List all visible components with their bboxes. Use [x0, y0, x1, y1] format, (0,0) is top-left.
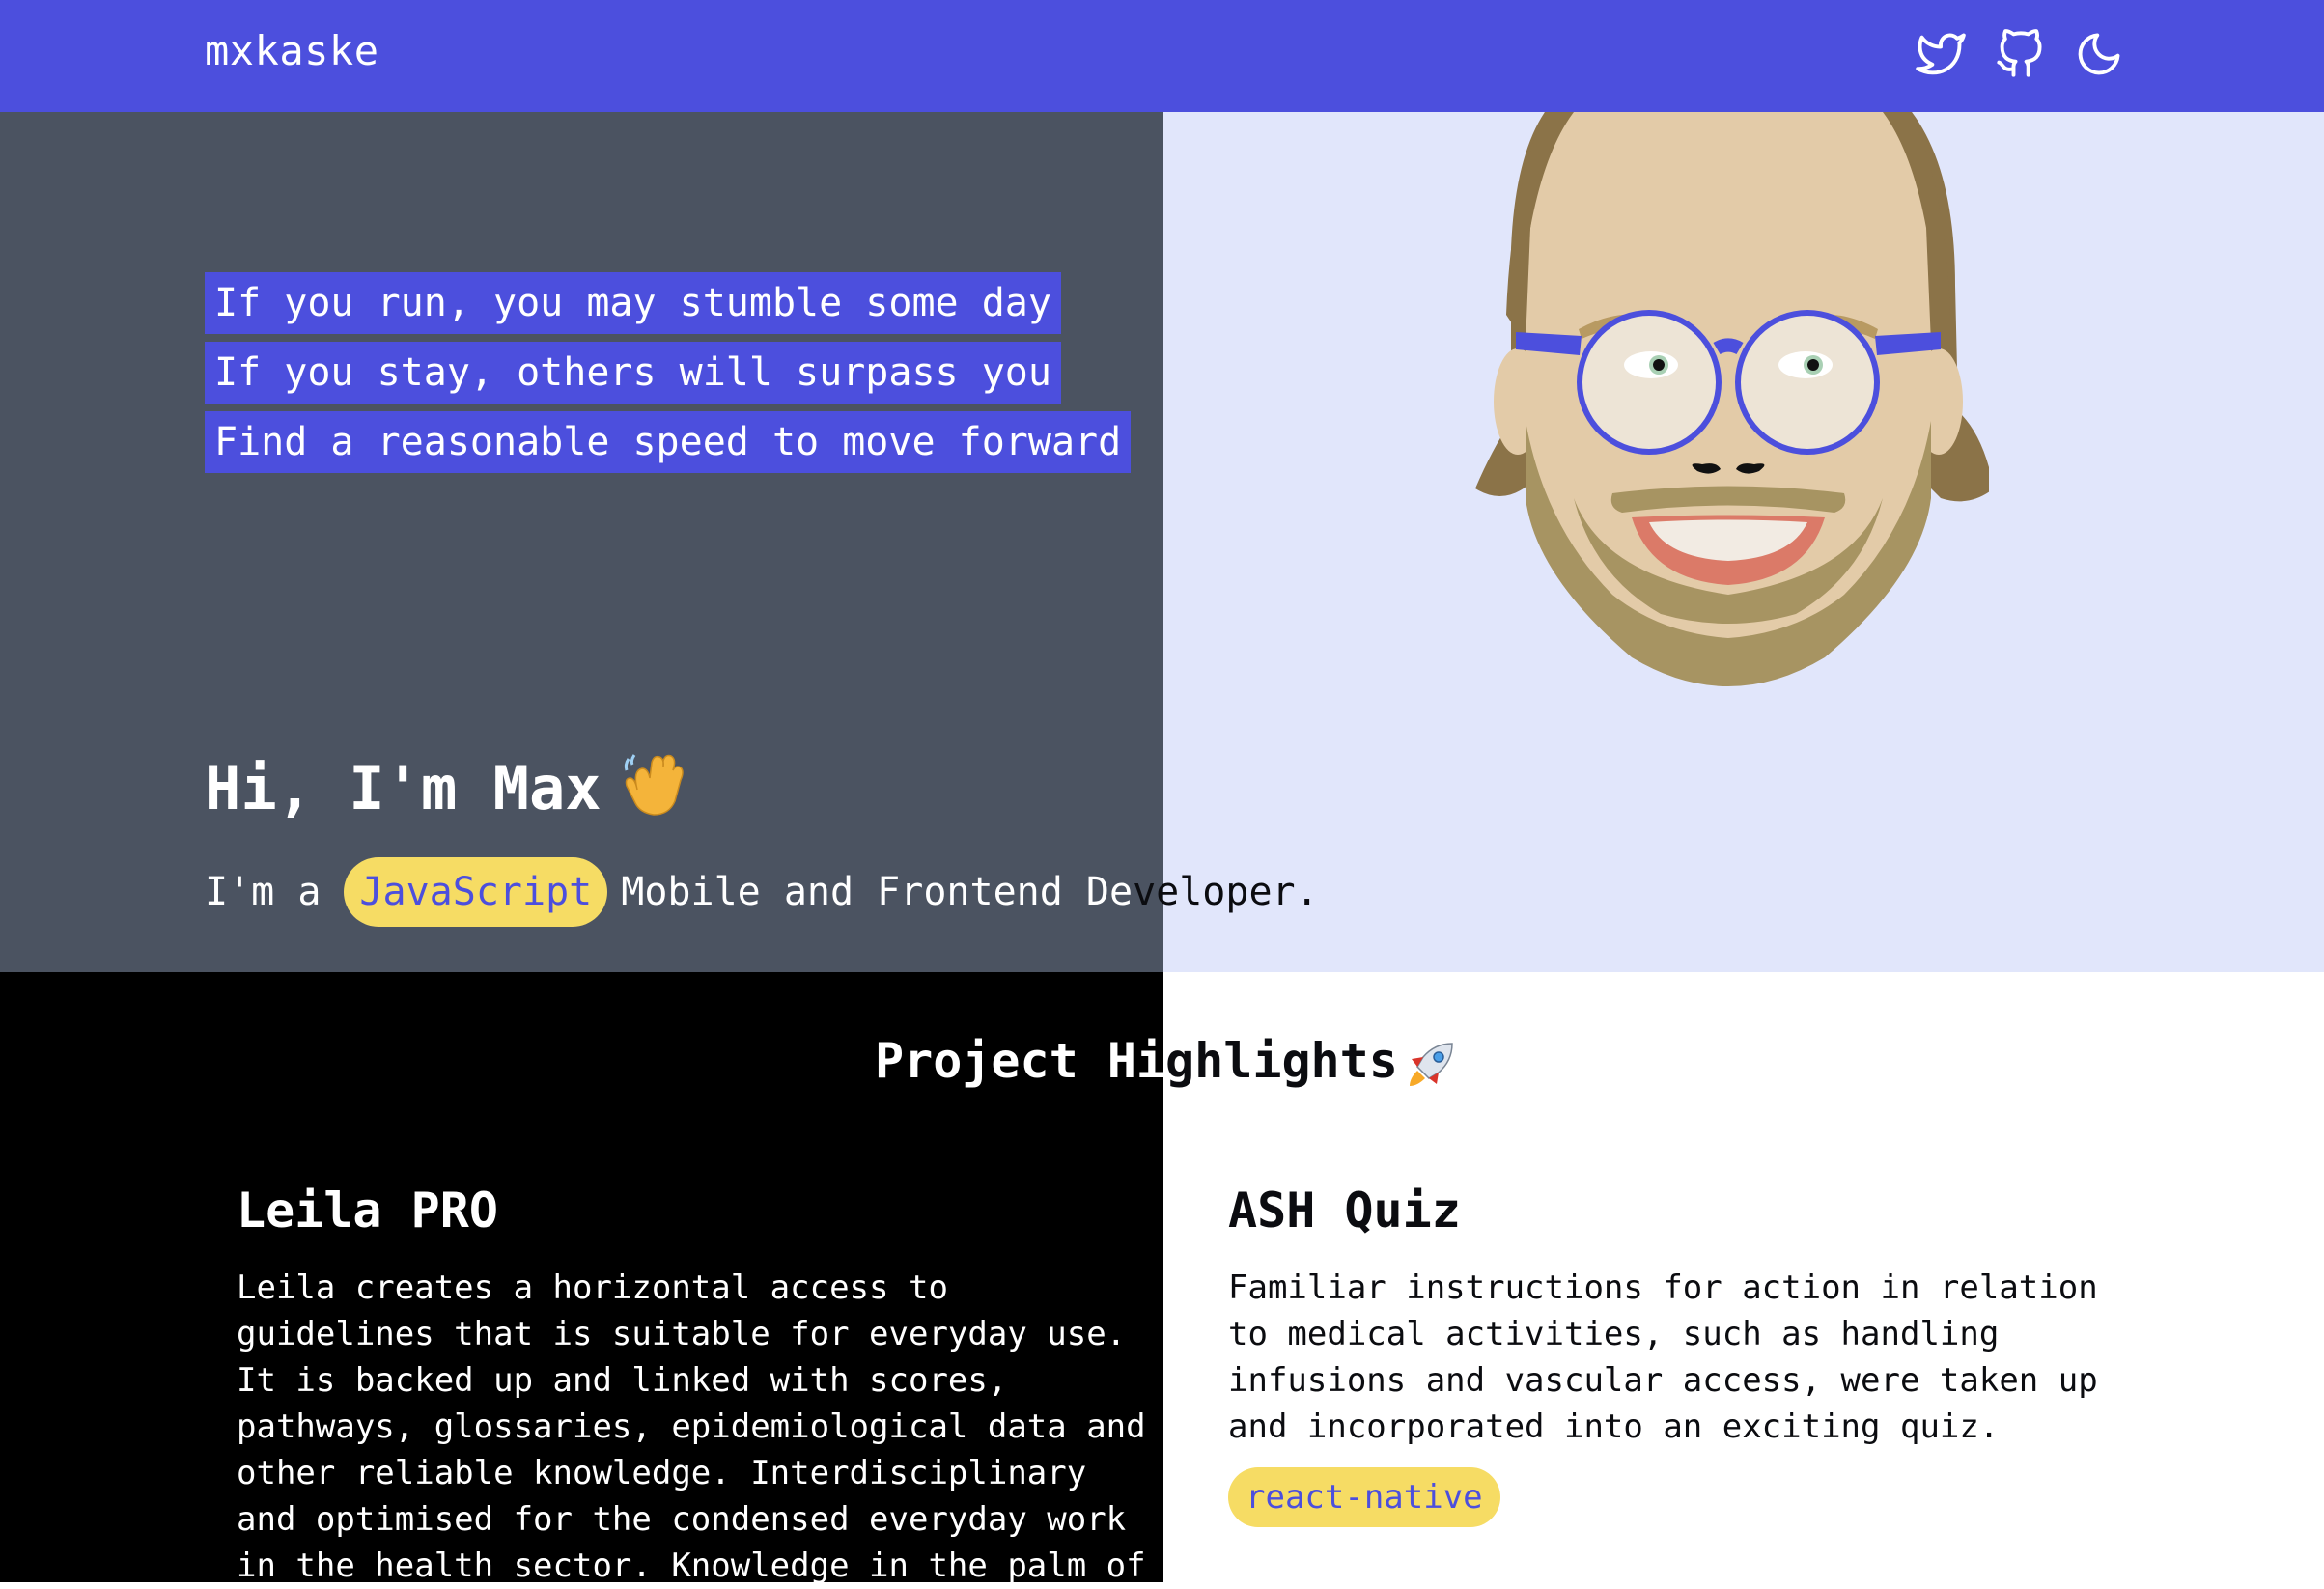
moon-icon[interactable] — [2074, 29, 2124, 79]
nav-icon-group — [1916, 29, 2124, 79]
hero-intro: I'm a JavaScript Mobile and Frontend De v… — [205, 857, 1319, 927]
project-title: ASH Quiz — [1228, 1183, 1461, 1239]
twitter-icon[interactable] — [1916, 29, 1966, 79]
quote-line: Find a reasonable speed to move forward — [205, 411, 1132, 473]
github-icon[interactable] — [1995, 29, 2045, 79]
hero-quote: If you run, you may stumble some day If … — [205, 272, 1132, 473]
javascript-tag: JavaScript — [344, 857, 608, 927]
intro-suffix-overflow: veloper. — [1133, 870, 1319, 914]
waving-hand-icon — [624, 754, 684, 816]
quote-line: If you stay, others will surpass you — [205, 342, 1061, 404]
hero-greeting: Hi, I'm Max — [205, 753, 602, 823]
intro-suffix: Mobile and Frontend De — [621, 870, 1134, 914]
projects-heading: Project Hi ghlights — [875, 1033, 1398, 1089]
intro-prefix: I'm a — [205, 870, 322, 914]
rocket-icon — [1410, 1043, 1453, 1086]
project-description: Familiar instructions for action in rela… — [1228, 1268, 2098, 1446]
project-title: Leila PRO — [237, 1183, 498, 1239]
react-native-tag: react-native — [1228, 1467, 1500, 1527]
hero-left-panel — [0, 112, 1163, 972]
brand-link[interactable]: mxkaske — [205, 27, 379, 74]
projects-heading-right: ghlights — [1165, 1033, 1398, 1089]
top-navbar: mxkaske — [0, 0, 2324, 112]
project-description: Leila creates a horizontal access to gui… — [237, 1268, 1146, 1585]
projects-heading-left: Project Hi — [875, 1033, 1166, 1089]
quote-line: If you run, you may stumble some day — [205, 272, 1061, 334]
avatar-illustration — [1475, 112, 1989, 686]
